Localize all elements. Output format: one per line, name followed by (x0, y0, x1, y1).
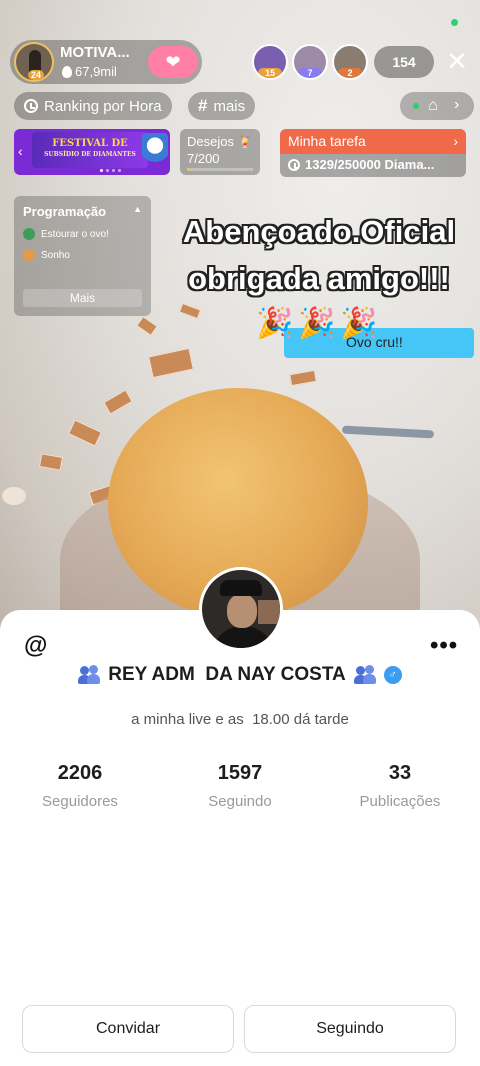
gender-male-icon: ♂ (383, 666, 402, 684)
schedule-title: Programação (23, 204, 107, 219)
more-options-icon[interactable]: ••• (430, 632, 458, 660)
status-dot (451, 19, 458, 26)
ranking-label: Ranking por Hora (44, 97, 162, 115)
tags-label: mais (213, 97, 246, 115)
following-count: 1597 (217, 762, 263, 784)
top-viewer-avatar[interactable]: 2 (332, 44, 368, 80)
task-card[interactable]: Minha tarefa › 1329/250000 Diama... (280, 129, 466, 177)
posts-stat[interactable]: 33 Publicações (320, 762, 480, 810)
clock-icon (24, 99, 38, 113)
mention-icon[interactable]: @ (24, 632, 47, 660)
host-level-badge: 24 (28, 70, 45, 80)
party-popper-icon: 🎉 (340, 307, 378, 340)
viewer-level-badge: 2 (338, 68, 362, 78)
viewer-level-badge: 7 (298, 68, 322, 78)
people-icon (353, 665, 376, 685)
wishes-card[interactable]: Desejos 🍹 7/200 (180, 129, 260, 175)
home-icon: ⌂ (428, 97, 438, 114)
profile-bio: a minha live e as 18.00 dá tarde (131, 711, 349, 728)
following-label: Seguindo (208, 793, 272, 810)
egg-shell-fragment (289, 369, 317, 387)
online-dot (413, 103, 419, 109)
profile-avatar[interactable] (199, 567, 283, 651)
mascot-icon (142, 133, 168, 169)
cookie-icon (23, 249, 35, 261)
chevron-right-icon: › (453, 133, 458, 149)
egg-shell-fragment (148, 347, 194, 379)
popularity-value: 67,9mil (75, 64, 117, 79)
wishes-label: Desejos 🍹 (187, 134, 253, 149)
hash-icon: # (198, 96, 208, 115)
viewer-count[interactable]: 154 (374, 46, 434, 78)
invite-button[interactable]: Convidar (22, 1005, 234, 1053)
heart-icon: ❤ (165, 51, 181, 72)
close-icon[interactable]: ✕ (442, 46, 472, 76)
caret-up-icon[interactable]: ▲ (133, 204, 142, 219)
party-popper-icon: 🎉 (256, 307, 294, 340)
follow-button[interactable]: ❤ (148, 46, 198, 78)
carousel-dots (100, 169, 121, 172)
chevron-right-icon: › (454, 96, 460, 113)
egg-shell-fragment (103, 389, 133, 415)
profile-name-row: REY ADM DA NAY COSTA ♂ (0, 664, 480, 686)
top-viewer-avatar[interactable]: 7 (292, 44, 328, 80)
party-popper-icon: 🎉 (298, 307, 336, 340)
egg-shell-fragment (136, 315, 158, 337)
ranking-chip[interactable]: Ranking por Hora (14, 92, 172, 120)
shell-piece (2, 487, 26, 505)
tree-icon (23, 228, 35, 240)
tags-chip[interactable]: # mais (188, 92, 256, 120)
following-stat[interactable]: 1597 Seguindo (160, 762, 320, 810)
host-popularity: 67,9mil (62, 64, 117, 79)
chevron-left-icon: ‹ (18, 143, 23, 159)
banner-title: FESTIVAL DE SUBSÍDIO DE DIAMANTES (32, 132, 148, 168)
schedule-item[interactable]: Sonho (23, 249, 142, 261)
home-chip[interactable]: ⌂ › (400, 92, 474, 120)
egg-shell-fragment (178, 302, 202, 320)
overlay-text-line2: obrigada amigo!!! (188, 261, 450, 296)
egg-shell-fragment (68, 419, 102, 447)
host-name: MOTIVA... (60, 44, 130, 61)
spoon (341, 425, 435, 439)
viewer-level-badge: 15 (258, 68, 282, 78)
wishes-progress (187, 168, 253, 171)
host-info[interactable]: 24 MOTIVA... 67,9mil ❤ (10, 40, 202, 84)
flame-icon (62, 65, 72, 78)
egg-shell-fragment (38, 453, 64, 471)
followers-count: 2206 (57, 762, 103, 784)
posts-label: Publicações (359, 793, 441, 810)
overlay-text-line1: Abençoado.Oficial (182, 214, 456, 249)
task-progress: 1329/250000 Diama... (280, 154, 466, 175)
following-button[interactable]: Seguindo (244, 1005, 456, 1053)
posts-count: 33 (388, 762, 412, 784)
followers-label: Seguidores (42, 793, 118, 810)
schedule-more-button[interactable]: Mais (23, 289, 142, 307)
clock-icon (288, 158, 300, 171)
wishes-count: 7/200 (187, 151, 220, 166)
task-title: Minha tarefa (288, 133, 366, 149)
schedule-panel[interactable]: Programação ▲ Estourar o ovo! Sonho Mais (14, 196, 151, 316)
top-viewer-avatar[interactable]: 15 (252, 44, 288, 80)
event-banner[interactable]: ‹ FESTIVAL DE SUBSÍDIO DE DIAMANTES (14, 129, 170, 175)
profile-name: REY ADM DA NAY COSTA (108, 664, 346, 685)
followers-stat[interactable]: 2206 Seguidores (0, 762, 160, 810)
schedule-item[interactable]: Estourar o ovo! (23, 228, 142, 240)
people-icon (78, 665, 101, 685)
